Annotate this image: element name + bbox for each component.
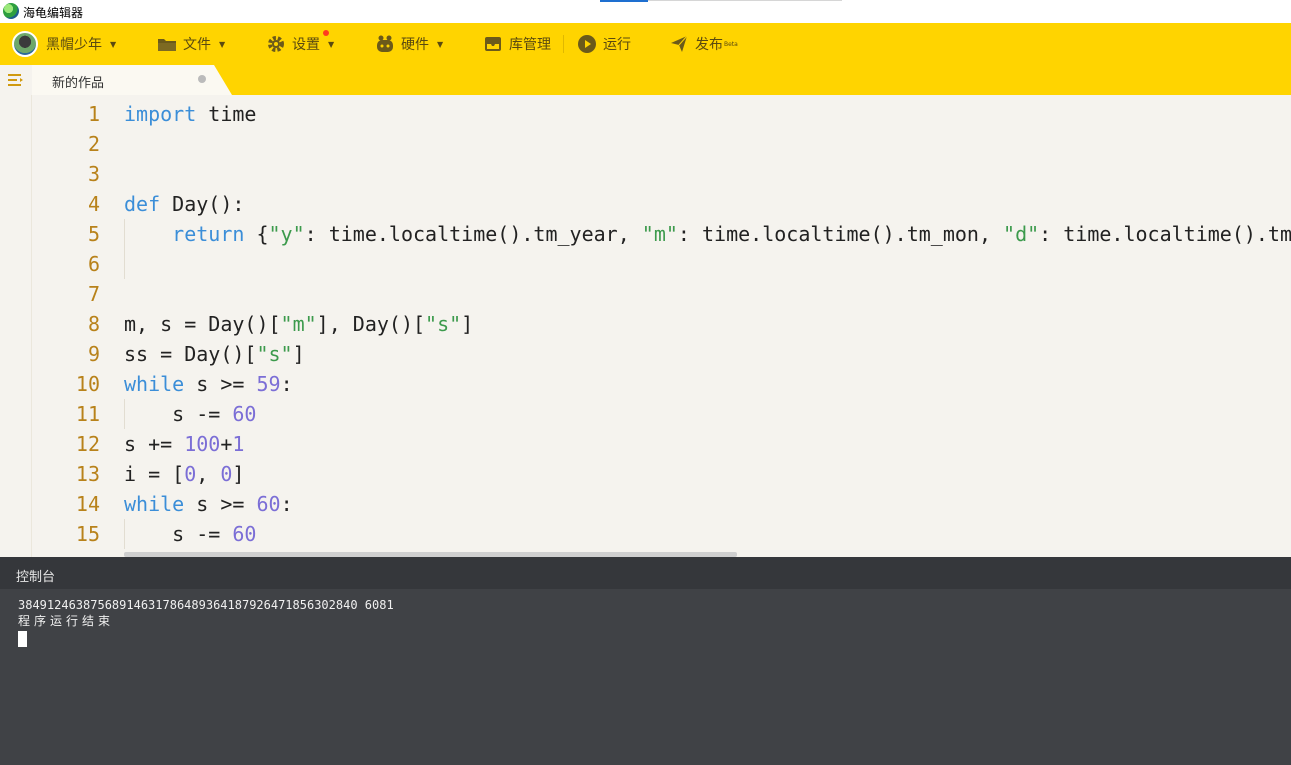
console-status-line: 程序运行结束 bbox=[18, 614, 115, 628]
publish-button[interactable]: 发布 Beta bbox=[669, 23, 738, 65]
chevron-down-icon: ▼ bbox=[110, 39, 117, 49]
tab-new-work[interactable]: 新的作品 bbox=[32, 65, 232, 95]
user-name: 黑帽少年 bbox=[46, 37, 102, 53]
paper-plane-icon bbox=[669, 34, 689, 54]
code-line: i = [0, 0] bbox=[124, 462, 245, 486]
console-output-line: 3849124638756891463178648936418792647185… bbox=[18, 598, 394, 612]
play-icon bbox=[577, 34, 597, 54]
code-line: import time bbox=[124, 102, 257, 126]
code-editor[interactable]: 1 2 3 4 5 6 7 8 9 10 11 12 13 14 15 import time def Da… bbox=[0, 95, 1291, 557]
app-logo-icon bbox=[3, 3, 19, 19]
library-button-label: 库管理 bbox=[509, 37, 551, 53]
run-button[interactable]: 运行 bbox=[577, 23, 631, 65]
line-number: 2 bbox=[87, 132, 100, 156]
run-button-label: 运行 bbox=[603, 37, 631, 53]
main-toolbar: 黑帽少年 ▼ 文件 ▼ 设置 ▼ 硬件 ▼ 库管理 运行 发布 Beta bbox=[0, 23, 1291, 65]
line-number: 5 bbox=[87, 222, 100, 246]
folder-icon bbox=[157, 34, 177, 54]
library-button[interactable]: 库管理 bbox=[483, 23, 551, 65]
code-line: m, s = Day()["m"], Day()["s"] bbox=[124, 312, 474, 336]
line-number: 7 bbox=[87, 282, 100, 306]
hardware-menu-label: 硬件 bbox=[401, 37, 429, 53]
line-number: 11 bbox=[75, 402, 100, 426]
settings-menu-label: 设置 bbox=[292, 37, 320, 53]
avatar bbox=[12, 31, 38, 57]
chevron-down-icon: ▼ bbox=[437, 39, 444, 49]
publish-button-label: 发布 bbox=[695, 37, 723, 53]
code-line: ss = Day()["s"] bbox=[124, 342, 305, 366]
tab-title: 新的作品 bbox=[52, 76, 105, 91]
console-output[interactable]: 3849124638756891463178648936418792647185… bbox=[18, 597, 394, 651]
file-menu-label: 文件 bbox=[183, 37, 211, 53]
code-line: while s >= 59: bbox=[124, 372, 293, 396]
line-number: 15 bbox=[75, 522, 100, 546]
code-line: def Day(): bbox=[124, 192, 245, 216]
chevron-down-icon: ▼ bbox=[328, 39, 335, 49]
code-line: s -= 60 bbox=[124, 522, 257, 546]
toolbar-divider bbox=[563, 35, 564, 53]
text-cursor bbox=[18, 631, 27, 647]
sidebar-toggle-button[interactable] bbox=[0, 65, 32, 95]
user-menu[interactable]: 黑帽少年 ▼ bbox=[12, 23, 116, 65]
line-number: 10 bbox=[75, 372, 100, 396]
gear-icon bbox=[266, 34, 286, 54]
menu-icon bbox=[8, 74, 23, 86]
window-title: 海龟编辑器 bbox=[23, 6, 84, 20]
console-panel: 控制台 384912463875689146317864893641879264… bbox=[0, 557, 1291, 765]
line-number: 6 bbox=[87, 252, 100, 276]
inbox-icon bbox=[483, 34, 503, 54]
notification-dot bbox=[323, 30, 329, 36]
file-menu[interactable]: 文件 ▼ bbox=[157, 23, 225, 65]
unsaved-dot-icon[interactable] bbox=[198, 75, 206, 83]
editor-left-strip bbox=[0, 95, 32, 557]
code-line: s -= 60 bbox=[124, 402, 257, 426]
title-divider bbox=[648, 0, 842, 1]
line-number: 13 bbox=[75, 462, 100, 486]
code-line: s += 100+1 bbox=[124, 432, 245, 456]
line-number: 4 bbox=[87, 192, 100, 216]
beta-badge: Beta bbox=[724, 40, 738, 48]
robot-icon bbox=[375, 34, 395, 54]
line-number: 9 bbox=[87, 342, 100, 366]
chevron-down-icon: ▼ bbox=[219, 39, 226, 49]
code-area[interactable]: import time def Day(): return {"y": time… bbox=[124, 99, 1291, 549]
window-titlebar: 海龟编辑器 bbox=[0, 0, 1291, 23]
title-accent-bar bbox=[600, 0, 648, 2]
code-line: return {"y": time.localtime().tm_year, "… bbox=[172, 222, 1291, 246]
line-number: 3 bbox=[87, 162, 100, 186]
line-number: 1 bbox=[87, 102, 100, 126]
hardware-menu[interactable]: 硬件 ▼ bbox=[375, 23, 443, 65]
line-number: 12 bbox=[75, 432, 100, 456]
console-header: 控制台 bbox=[0, 557, 1291, 589]
console-title: 控制台 bbox=[16, 570, 56, 585]
code-line: while s >= 60: bbox=[124, 492, 293, 516]
line-number: 8 bbox=[87, 312, 100, 336]
tab-bar: 新的作品 bbox=[0, 65, 1291, 95]
line-number-gutter: 1 2 3 4 5 6 7 8 9 10 11 12 13 14 15 bbox=[32, 99, 112, 549]
line-number: 14 bbox=[75, 492, 100, 516]
